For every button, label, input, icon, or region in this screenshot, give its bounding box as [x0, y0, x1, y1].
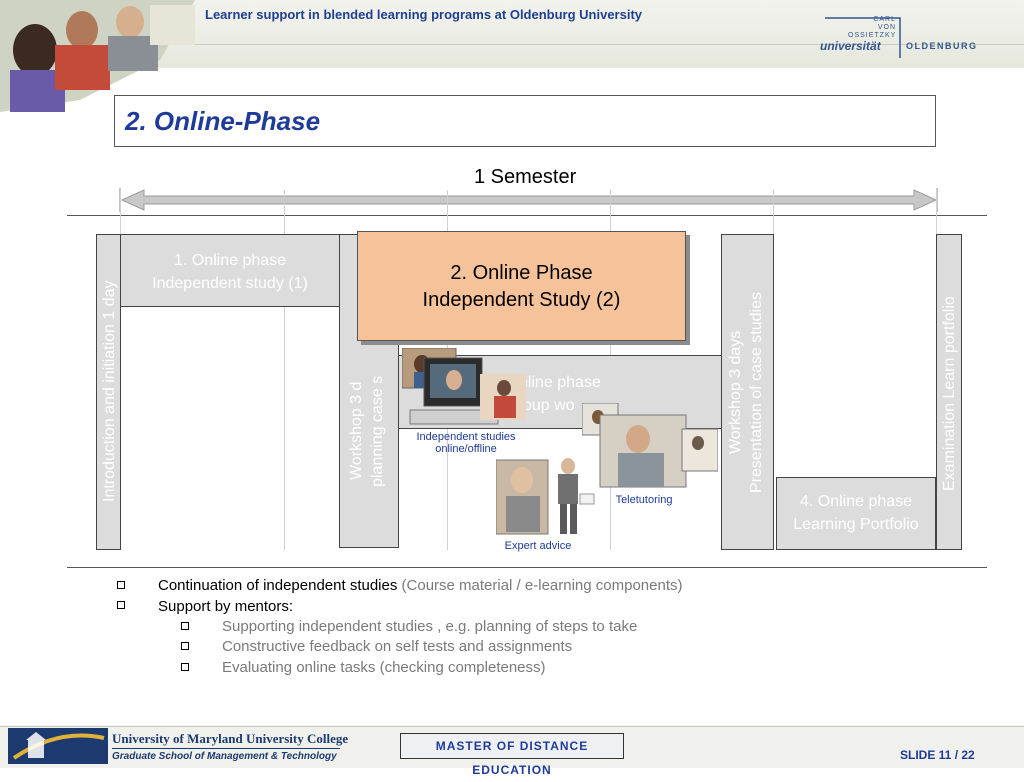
phase1-line2: Independent study (1) [152, 275, 308, 292]
intro-phase-label: Introduction and initiation 1 day [101, 280, 118, 502]
phase3-line1: nline phase [519, 374, 601, 391]
caption-expert-advice: Expert advice [504, 540, 572, 552]
caption-independent-line2: online/offline [435, 443, 497, 455]
logo-line-ossietzky: OSSIETZKY [848, 32, 897, 39]
sub-bullet-2: Constructive feedback on self tests and … [222, 638, 573, 655]
sub-bullet-3: Evaluating online tasks (checking comple… [222, 659, 546, 676]
bullet-2: Support by mentors: [158, 598, 294, 615]
square-bullet-icon [181, 663, 189, 671]
oldenburg-logo-mark [825, 17, 901, 58]
umuc-name: University of Maryland University Colleg… [112, 731, 349, 746]
semester-arrow-icon [119, 188, 938, 212]
footer-divider [0, 726, 1024, 727]
workshop-2-box: Workshop 3 days Presentation of case stu… [721, 234, 774, 550]
slide-title-box: 2. Online-Phase [114, 95, 936, 147]
bullet-1-main: Continuation of independent studies [158, 577, 398, 594]
phase1-line1: 1. Online phase [173, 252, 287, 269]
square-bullet-icon [117, 601, 125, 609]
header-title: Learner support in blended learning prog… [205, 7, 643, 22]
examination-label: Examination Learn portfolio [941, 296, 958, 491]
phase4-line2: Learning Portfolio [793, 516, 919, 533]
oldenburg-logo: CARL VON OSSIETZKY universität OLDENBURG [820, 10, 990, 62]
logo-line-von: VON [877, 24, 896, 31]
logo-line-carl: CARL [873, 16, 896, 23]
expert-advice-illustration [496, 458, 595, 535]
slide-number: SLIDE 11 / 22 [900, 748, 975, 762]
teletutoring-illustration [582, 403, 718, 488]
logo-oldenburg: OLDENBURG [906, 41, 978, 51]
umuc-school: Graduate School of Management & Technolo… [112, 751, 337, 762]
bullet-1: Continuation of independent studies (Cou… [158, 577, 682, 594]
master-distance-education-badge: MASTER OF DISTANCE EDUCATION [400, 733, 624, 777]
slide-title: 2. Online-Phase [125, 106, 321, 136]
online-phase-2-box: 2. Online Phase Independent Study (2) [357, 231, 686, 341]
phase2-line1: 2. Online Phase [450, 262, 593, 284]
phase2-line2: Independent Study (2) [422, 289, 621, 311]
phase4-line1: 4. Online phase [799, 493, 913, 510]
timeline-bottom-rule [67, 567, 987, 568]
workshop2-line1: Workshop 3 days [727, 330, 744, 455]
semester-label: 1 Semester [474, 166, 577, 188]
caption-independent-line1: Independent studies [416, 431, 516, 443]
square-bullet-icon [181, 642, 189, 650]
umuc-rule [112, 748, 340, 749]
online-phase-1-box: 1. Online phase Independent study (1) [120, 234, 340, 307]
bullet-1-detail: (Course material / e-learning components… [397, 577, 683, 594]
logo-universitat: universität [820, 39, 881, 53]
timeline-top-rule [67, 215, 987, 216]
caption-teletutoring: Teletutoring [615, 494, 673, 506]
intro-phase-box: Introduction and initiation 1 day [96, 234, 121, 550]
square-bullet-icon [181, 622, 189, 630]
workshop1-line2: planning case s [369, 375, 386, 487]
online-phase-4-box: 4. Online phase Learning Portfolio [776, 477, 936, 550]
umuc-logo-icon [8, 728, 108, 764]
independent-study-illustration [402, 348, 526, 425]
sub-bullet-1: Supporting independent studies , e.g. pl… [222, 618, 638, 635]
square-bullet-icon [117, 581, 125, 589]
workshop1-line1: Workshop 3 d [348, 381, 365, 481]
examination-box: Examination Learn portfolio [936, 234, 962, 550]
workshop2-line2: Presentation of case studies [748, 292, 765, 494]
